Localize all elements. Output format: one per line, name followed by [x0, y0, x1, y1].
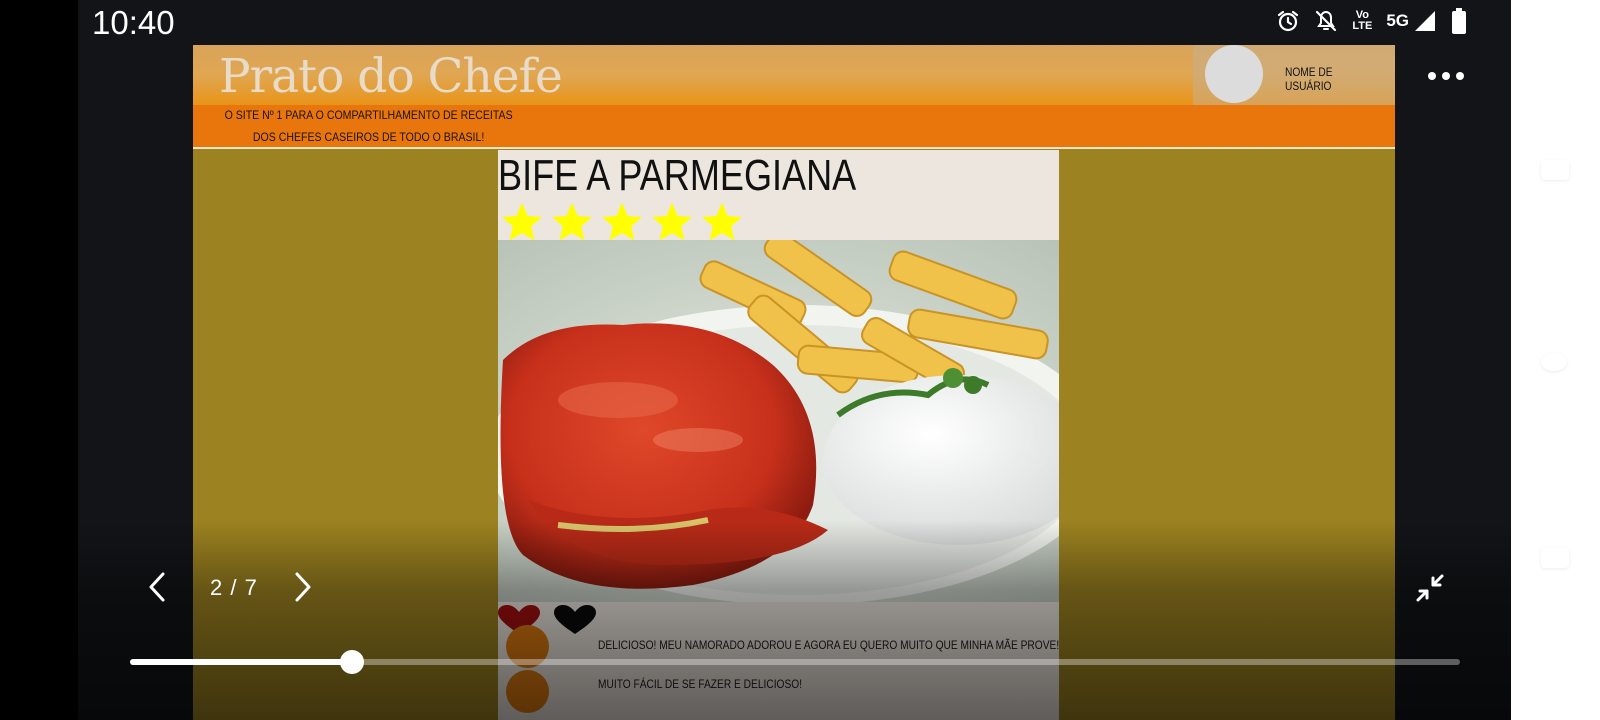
notifications-off-icon [1316, 10, 1337, 32]
comment-avatar [506, 670, 549, 713]
alarm-icon [1278, 10, 1299, 32]
comment-text: DELICIOSO! MEU NAMORADO ADOROU E AGORA E… [598, 638, 1060, 652]
status-time: 10:40 [92, 4, 175, 41]
heart-black-icon[interactable] [554, 605, 596, 635]
more-options-icon[interactable] [1428, 72, 1464, 80]
star-icon [702, 202, 742, 241]
battery-icon [1452, 8, 1466, 34]
food-illustration [498, 240, 1059, 602]
side-panel-marker [1541, 548, 1569, 568]
recipe-card: BIFE A PARMEGIANA DELICIOSO! MEU NAMORAD… [498, 150, 1059, 720]
star-icon [602, 202, 642, 241]
food-photo [498, 240, 1059, 602]
recipe-title: BIFE A PARMEGIANA [498, 151, 857, 200]
site-logo: Prato do Chefe [219, 49, 563, 104]
volte-line2: LTE [1352, 20, 1373, 32]
progress-fill [130, 659, 352, 665]
progress-thumb[interactable] [340, 650, 364, 674]
side-panel-marker [1541, 353, 1567, 371]
username: NOME DE USUÁRIO [1285, 65, 1333, 93]
image-counter: 2 / 7 [210, 575, 258, 600]
rating-stars [500, 200, 744, 244]
star-icon [552, 202, 592, 241]
more-dot [1456, 72, 1464, 80]
site-tagline: O SITE Nº 1 PARA O COMPARTILHAMENTO DE R… [224, 108, 513, 144]
previous-icon[interactable] [147, 571, 167, 603]
star-icon [652, 202, 692, 241]
slideshow-progress[interactable] [130, 650, 1460, 674]
comment-text: MUITO FÁCIL DE SE FAZER E DELICIOSO! [598, 677, 803, 691]
phone-screen: 10:40 Vo LTE 5G Prato do Chefe O SITE Nº… [78, 0, 1511, 720]
side-panel-marker [1541, 160, 1569, 180]
left-letterbox [0, 0, 78, 720]
volte-icon: Vo LTE [1352, 10, 1372, 32]
signal-icon [1415, 11, 1435, 31]
star-icon [502, 202, 542, 241]
collapse-icon[interactable] [1414, 572, 1446, 604]
next-icon[interactable] [293, 571, 313, 603]
recipe-page-image: Prato do Chefe O SITE Nº 1 PARA O COMPAR… [193, 45, 1395, 720]
site-header: Prato do Chefe O SITE Nº 1 PARA O COMPAR… [193, 45, 1395, 149]
avatar [1205, 45, 1263, 103]
status-icons: Vo LTE 5G [1276, 8, 1467, 34]
more-dot [1442, 72, 1450, 80]
more-dot [1428, 72, 1436, 80]
network-type: 5G [1386, 11, 1409, 30]
